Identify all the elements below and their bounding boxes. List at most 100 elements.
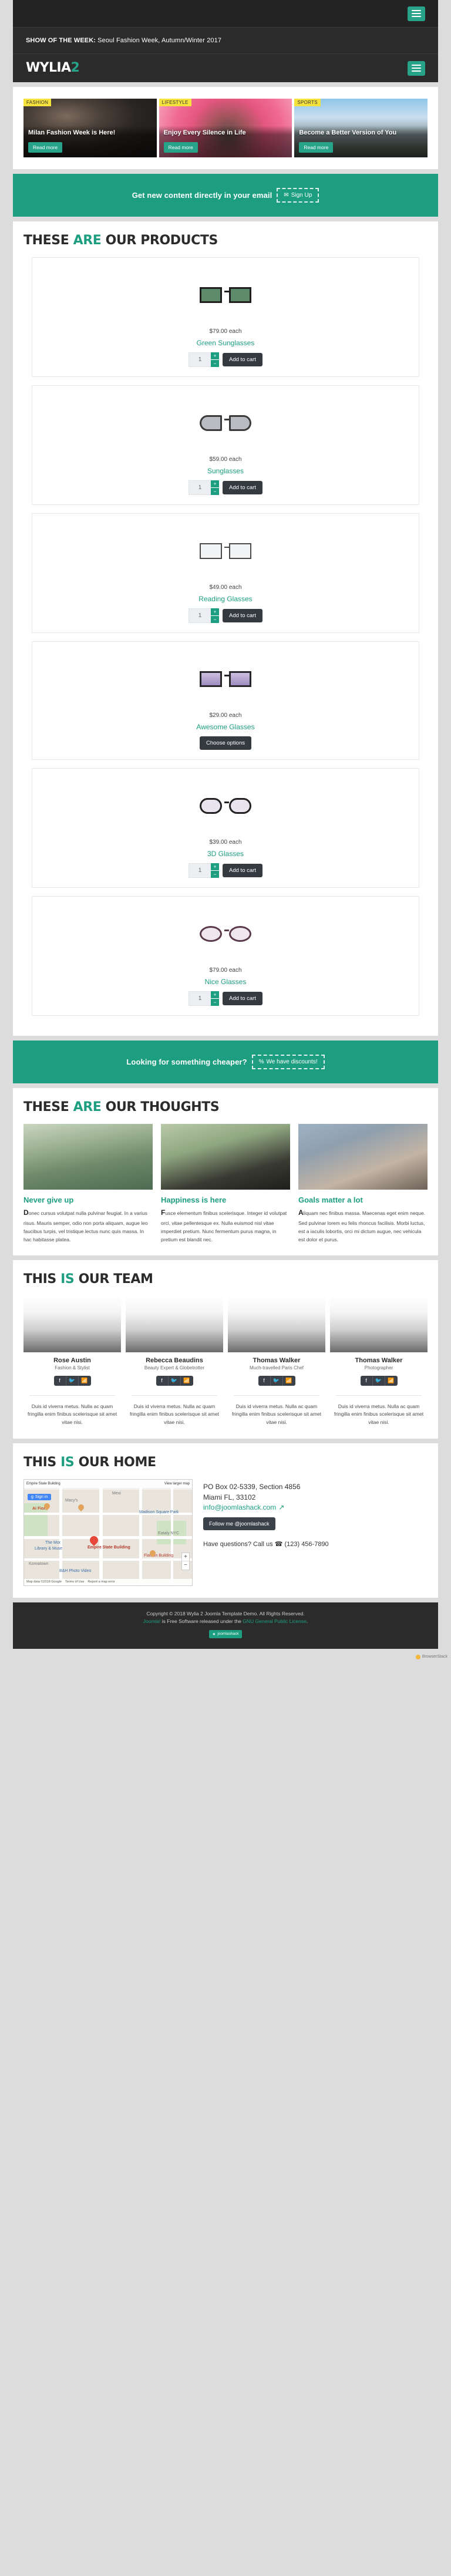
follow-button[interactable]: Follow me @joomlashack — [203, 1517, 275, 1530]
browserstack-label: BrowserStack — [422, 1655, 447, 1659]
product-price: $29.00 each — [209, 712, 242, 719]
map-attribution: Map data ©2018 Google — [26, 1580, 62, 1584]
product-name[interactable]: 3D Glasses — [38, 850, 413, 858]
twitter-icon[interactable]: 🐦 — [66, 1375, 79, 1386]
site-logo[interactable]: WYLIA2 — [26, 60, 80, 75]
quantity-input[interactable]: 1 — [189, 608, 211, 623]
banner-card[interactable]: LIFESTYLE Enjoy Every Silence in Life Re… — [159, 99, 292, 157]
rss-icon[interactable]: 📶 — [283, 1376, 295, 1386]
facebook-icon[interactable]: f — [156, 1375, 169, 1386]
product-buy-row: 1 + − Add to cart — [38, 991, 413, 1006]
quantity-decrement-button[interactable]: − — [211, 488, 220, 495]
product-buy-row: 1 + − Add to cart — [38, 863, 413, 878]
twitter-icon[interactable]: 🐦 — [169, 1375, 181, 1386]
footer-license-mid: is Free Software released under the — [160, 1618, 243, 1624]
thought-card: Never give up Donec cursus volutpat null… — [23, 1124, 153, 1244]
contact-email-text: info@joomlashack.com — [203, 1503, 277, 1511]
quantity-input[interactable]: 1 — [189, 991, 211, 1006]
facebook-icon[interactable]: f — [54, 1375, 66, 1386]
map-sign-in-button[interactable]: g Sign in — [28, 1493, 52, 1500]
hamburger-icon[interactable] — [408, 6, 425, 21]
thought-title[interactable]: Happiness is here — [161, 1196, 290, 1204]
quantity-decrement-button[interactable]: − — [211, 360, 220, 367]
heading-highlight: ARE — [73, 233, 102, 248]
quantity-increment-button[interactable]: + — [211, 480, 220, 487]
quantity-increment-button[interactable]: + — [211, 991, 220, 998]
banner-read-more-button[interactable]: Read more — [163, 142, 198, 153]
team-heading: THIS IS OUR TEAM — [23, 1272, 428, 1287]
social-links: f 🐦 📶 — [258, 1375, 295, 1386]
page-root: SHOW OF THE WEEK: Seoul Fashion Week, Au… — [0, 0, 451, 1662]
joomlashack-badge[interactable]: ★ joomlashack — [208, 1629, 243, 1638]
product-name[interactable]: Awesome Glasses — [38, 723, 413, 731]
joomla-link[interactable]: Joomla! — [143, 1618, 161, 1624]
team-member-name: Thomas Walker — [253, 1356, 301, 1364]
map-zoom-in-button[interactable]: + — [182, 1553, 189, 1561]
twitter-icon[interactable]: 🐦 — [373, 1375, 385, 1386]
facebook-icon[interactable]: f — [258, 1375, 271, 1386]
quantity-decrement-button[interactable]: − — [211, 616, 220, 623]
call-us-line: Have questions? Call us ☎ (123) 456-7890 — [203, 1540, 428, 1550]
banner-category-badge: FASHION — [23, 99, 52, 106]
banner-card[interactable]: SPORTS Become a Better Version of You Re… — [294, 99, 428, 157]
add-to-cart-button[interactable]: Add to cart — [223, 481, 262, 494]
discounts-button[interactable]: % We have discounts! — [251, 1055, 325, 1069]
map-zoom-controls: + − — [181, 1552, 190, 1570]
banner-overlay: Milan Fashion Week is Here! Read more — [23, 126, 157, 157]
banner-read-more-button[interactable]: Read more — [299, 142, 334, 153]
rss-icon[interactable]: 📶 — [181, 1376, 193, 1386]
rss-icon[interactable]: 📶 — [385, 1376, 398, 1386]
quantity-decrement-button[interactable]: − — [211, 999, 220, 1006]
map-view-larger-link[interactable]: View larger map — [164, 1482, 190, 1486]
map-label: Library & Muse — [35, 1546, 63, 1551]
quantity-increment-button[interactable]: + — [211, 352, 220, 359]
thought-text: usce elementum finibus scelerisque. Inte… — [161, 1210, 287, 1242]
contact-email-link[interactable]: info@joomlashack.com ↗ — [203, 1503, 428, 1511]
hamburger-icon-secondary[interactable] — [408, 60, 425, 76]
add-to-cart-button[interactable]: Add to cart — [223, 609, 262, 622]
quantity-input[interactable]: 1 — [189, 863, 211, 878]
gpl-license-link[interactable]: GNU General Public License — [243, 1618, 307, 1624]
rss-icon[interactable]: 📶 — [79, 1376, 91, 1386]
map-label: Koreatown — [29, 1561, 49, 1566]
product-image — [38, 907, 413, 961]
map-label: Madison Square Park — [139, 1510, 179, 1514]
quantity-increment-button[interactable]: + — [211, 608, 220, 615]
show-of-the-week-bar: SHOW OF THE WEEK: Seoul Fashion Week, Au… — [13, 27, 438, 54]
quantity-input[interactable]: 1 — [189, 480, 211, 495]
map-label: Eataly NYC — [158, 1531, 180, 1536]
home-heading: THIS IS OUR HOME — [23, 1455, 428, 1470]
product-name[interactable]: Nice Glasses — [38, 978, 413, 986]
logo-main: WYLIA — [26, 60, 71, 75]
product-name[interactable]: Reading Glasses — [38, 595, 413, 603]
banner-read-more-button[interactable]: Read more — [28, 142, 63, 153]
thoughts-list: Never give up Donec cursus volutpat null… — [23, 1124, 428, 1244]
product-name[interactable]: Sunglasses — [38, 467, 413, 475]
map-report-link[interactable]: Report a map error — [87, 1580, 115, 1584]
product-image — [38, 268, 413, 322]
thought-title[interactable]: Never give up — [23, 1196, 153, 1204]
map-terms-link[interactable]: Terms of Use — [65, 1580, 84, 1584]
browserstack-watermark: BrowserStack — [415, 1654, 447, 1659]
quantity-input[interactable]: 1 — [189, 352, 211, 367]
thought-title[interactable]: Goals matter a lot — [298, 1196, 428, 1204]
home-section: THIS IS OUR HOME Empire State Building V… — [13, 1443, 438, 1598]
thought-image — [298, 1124, 428, 1190]
map-poi-marker[interactable] — [76, 1503, 86, 1511]
thought-image — [161, 1124, 290, 1190]
product-name[interactable]: Green Sunglasses — [38, 339, 413, 347]
newsletter-signup-button[interactable]: ✉ Sign Up — [277, 188, 319, 203]
facebook-icon[interactable]: f — [361, 1375, 373, 1386]
twitter-icon[interactable]: 🐦 — [271, 1375, 283, 1386]
product-card: $29.00 each Awesome Glasses Choose optio… — [32, 641, 419, 760]
banner-card[interactable]: FASHION Milan Fashion Week is Here! Read… — [23, 99, 157, 157]
newsletter-icon: ✉ — [284, 192, 289, 198]
choose-options-button[interactable]: Choose options — [199, 736, 252, 750]
map-widget[interactable]: Empire State Building View larger map g … — [23, 1479, 193, 1586]
add-to-cart-button[interactable]: Add to cart — [223, 353, 262, 366]
quantity-increment-button[interactable]: + — [211, 863, 220, 870]
map-zoom-out-button[interactable]: − — [182, 1561, 189, 1570]
add-to-cart-button[interactable]: Add to cart — [223, 992, 262, 1005]
add-to-cart-button[interactable]: Add to cart — [223, 864, 262, 877]
quantity-decrement-button[interactable]: − — [211, 871, 220, 878]
